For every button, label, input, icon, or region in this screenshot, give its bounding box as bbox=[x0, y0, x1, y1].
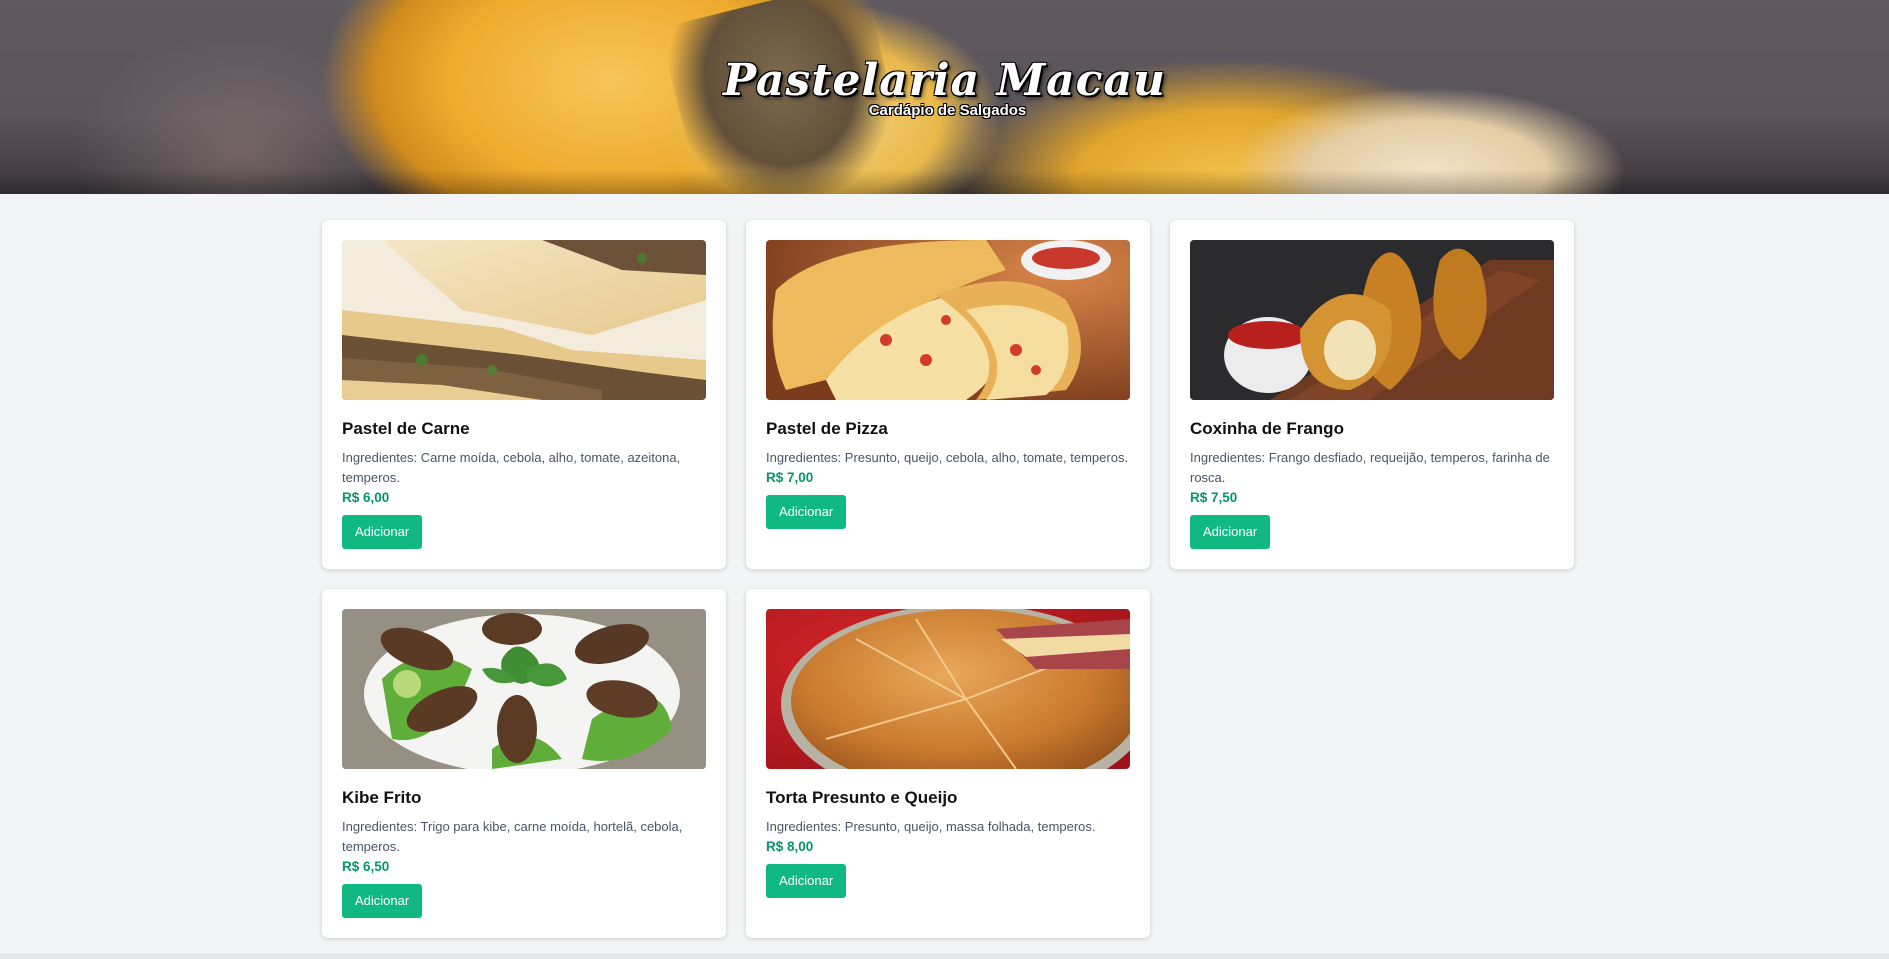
site-subtitle: Cardápio de Salgados bbox=[868, 102, 1027, 119]
product-description: Ingredientes: Carne moída, cebola, alho,… bbox=[342, 450, 681, 485]
product-name: Coxinha de Frango bbox=[1190, 419, 1344, 438]
product-price: R$ 6,50 bbox=[342, 859, 390, 874]
add-button-pastel-pizza[interactable]: Adicionar bbox=[766, 495, 847, 529]
product-name: Pastel de Carne bbox=[342, 419, 470, 438]
product-card-kibe-frito: Kibe Frito Ingredientes: Trigo para kibe… bbox=[322, 589, 726, 938]
product-grid: Pastel de Carne Ingredientes: Carne moíd… bbox=[322, 220, 1576, 938]
product-image-kibe-frito bbox=[342, 609, 706, 769]
product-card-pastel-carne: Pastel de Carne Ingredientes: Carne moíd… bbox=[322, 220, 726, 569]
product-description: Ingredientes: Presunto, queijo, massa fo… bbox=[766, 819, 1096, 834]
product-card-pastel-pizza: Pastel de Pizza Ingredientes: Presunto, … bbox=[746, 220, 1150, 569]
add-button-coxinha-frango[interactable]: Adicionar bbox=[1190, 515, 1271, 549]
product-card-coxinha-frango: Coxinha de Frango Ingredientes: Frango d… bbox=[1170, 220, 1574, 569]
hero-banner: Pastelaria Macau Cardápio de Salgados bbox=[0, 0, 1889, 194]
footer-divider bbox=[0, 953, 1889, 959]
product-price: R$ 6,00 bbox=[342, 490, 390, 505]
product-image-coxinha-frango bbox=[1190, 240, 1554, 400]
add-button-kibe-frito[interactable]: Adicionar bbox=[342, 884, 423, 918]
product-image-torta-presunto-queijo bbox=[766, 609, 1130, 769]
product-description: Ingredientes: Frango desfiado, requeijão… bbox=[1190, 450, 1550, 485]
product-name: Kibe Frito bbox=[342, 788, 422, 807]
add-button-pastel-carne[interactable]: Adicionar bbox=[342, 515, 423, 549]
product-name: Pastel de Pizza bbox=[766, 419, 888, 438]
product-image-pastel-carne bbox=[342, 240, 706, 400]
product-description: Ingredientes: Trigo para kibe, carne moí… bbox=[342, 819, 683, 854]
product-price: R$ 8,00 bbox=[766, 839, 814, 854]
brand: Pastelaria Macau Cardápio de Salgados bbox=[0, 55, 1889, 120]
product-price: R$ 7,50 bbox=[1190, 490, 1238, 505]
site-title: Pastelaria Macau bbox=[723, 55, 1166, 106]
product-price: R$ 7,00 bbox=[766, 470, 814, 485]
product-image-pastel-pizza bbox=[766, 240, 1130, 400]
product-name: Torta Presunto e Queijo bbox=[766, 788, 958, 807]
product-card-torta-presunto-queijo: Torta Presunto e Queijo Ingredientes: Pr… bbox=[746, 589, 1150, 938]
add-button-torta-presunto-queijo[interactable]: Adicionar bbox=[766, 864, 847, 898]
product-description: Ingredientes: Presunto, queijo, cebola, … bbox=[766, 450, 1129, 465]
